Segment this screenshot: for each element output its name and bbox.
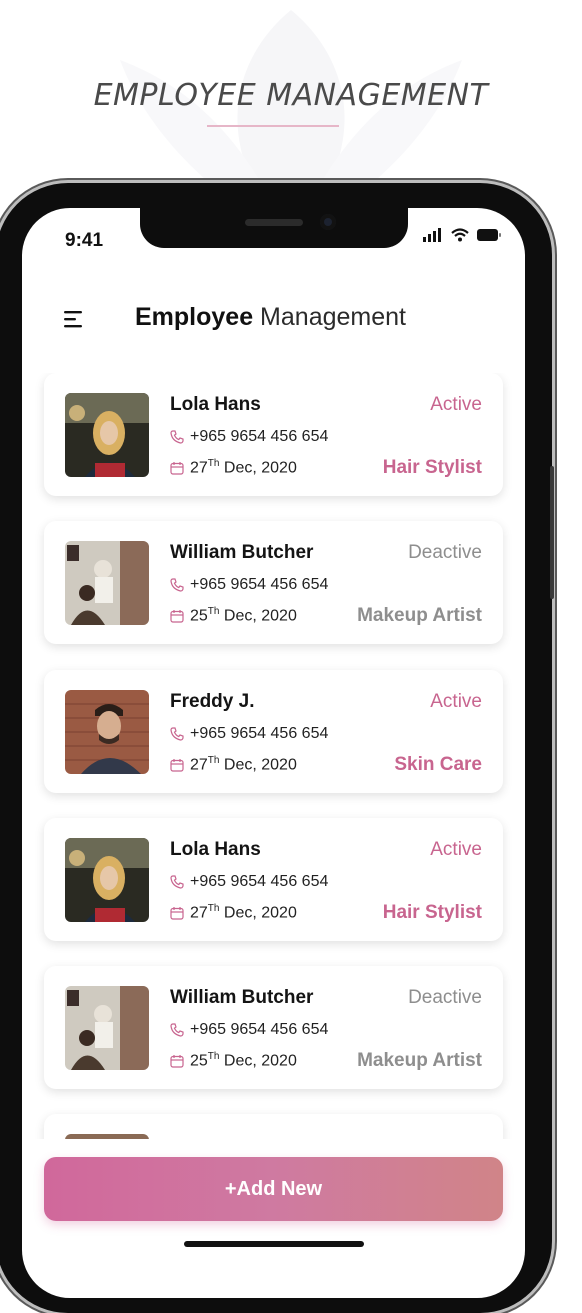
phone-icon [170,430,184,444]
calendar-icon [170,758,184,772]
wifi-icon [451,228,469,242]
employee-card-partial[interactable] [44,1114,503,1139]
promo-title: EMPLOYEE MANAGEMENT [93,78,489,113]
phone-number: +965 9654 456 654 [190,873,329,890]
phone-icon [170,727,184,741]
date-text: 27Th Dec, 2020 [190,755,297,774]
employee-photo [65,838,149,922]
speaker [245,219,303,226]
page-title-rest: Management [253,303,406,331]
date-text: 25Th Dec, 2020 [190,606,297,625]
employee-role: Hair Stylist [382,902,482,923]
employee-date: 25Th Dec, 2020 [170,1051,297,1070]
employee-status: Active [430,691,482,712]
employee-role: Makeup Artist [357,1050,482,1071]
date-text: 27Th Dec, 2020 [190,903,297,922]
battery-icon [477,229,501,241]
employee-date: 25Th Dec, 2020 [170,606,297,625]
employee-status: Active [430,839,482,860]
phone-number: +965 9654 456 654 [190,576,329,593]
app-screen: 9:41 Employee Management Lola Hans Activ… [22,208,525,1298]
employee-name: William Butcher [170,542,314,563]
employee-role: Skin Care [394,754,482,775]
employee-role: Makeup Artist [357,605,482,626]
phone-icon [170,578,184,592]
employee-photo [65,541,149,625]
employee-name: William Butcher [170,987,314,1008]
employee-photo [65,393,149,477]
employee-list: Lola Hans Active +965 9654 456 654 27Th … [22,373,525,1139]
employee-phone: +965 9654 456 654 [170,873,328,891]
calendar-icon [170,609,184,623]
notch [140,208,408,248]
calendar-icon [170,906,184,920]
employee-status: Deactive [408,987,482,1008]
employee-date: 27Th Dec, 2020 [170,458,297,477]
calendar-icon [170,461,184,475]
promo-underline [207,125,339,127]
date-text: 27Th Dec, 2020 [190,458,297,477]
home-indicator [184,1241,364,1247]
page-title: Employee Management [135,303,406,332]
employee-role: Hair Stylist [382,457,482,478]
phone-icon [170,875,184,889]
phone-icon [170,1023,184,1037]
power-button [550,466,554,599]
date-text: 25Th Dec, 2020 [190,1051,297,1070]
menu-icon[interactable] [64,310,86,328]
employee-name: Lola Hans [170,394,261,415]
employee-photo [65,1134,149,1139]
employee-phone: +965 9654 456 654 [170,428,328,446]
employee-name: Freddy J. [170,691,255,712]
employee-date: 27Th Dec, 2020 [170,903,297,922]
front-camera [320,214,336,230]
status-icons [423,228,501,242]
employee-phone: +965 9654 456 654 [170,725,328,743]
employee-card[interactable]: Freddy J. Active +965 9654 456 654 27Th … [44,670,503,793]
phone-number: +965 9654 456 654 [190,428,329,445]
employee-card[interactable]: William Butcher Deactive +965 9654 456 6… [44,521,503,644]
employee-photo [65,690,149,774]
page-title-bold: Employee [135,303,254,331]
employee-name: Lola Hans [170,839,261,860]
signal-icon [423,228,441,242]
phone-number: +965 9654 456 654 [190,1021,329,1038]
phone-number: +965 9654 456 654 [190,725,329,742]
employee-card[interactable]: William Butcher Deactive +965 9654 456 6… [44,966,503,1089]
employee-card[interactable]: Lola Hans Active +965 9654 456 654 27Th … [44,373,503,496]
employee-phone: +965 9654 456 654 [170,1021,328,1039]
add-new-button[interactable]: +Add New [44,1157,503,1221]
employee-status: Deactive [408,542,482,563]
status-time: 9:41 [65,230,104,251]
employee-date: 27Th Dec, 2020 [170,755,297,774]
app-header: Employee Management [22,298,525,338]
employee-photo [65,986,149,1070]
employee-card[interactable]: Lola Hans Active +965 9654 456 654 27Th … [44,818,503,941]
calendar-icon [170,1054,184,1068]
employee-phone: +965 9654 456 654 [170,576,328,594]
employee-status: Active [430,394,482,415]
